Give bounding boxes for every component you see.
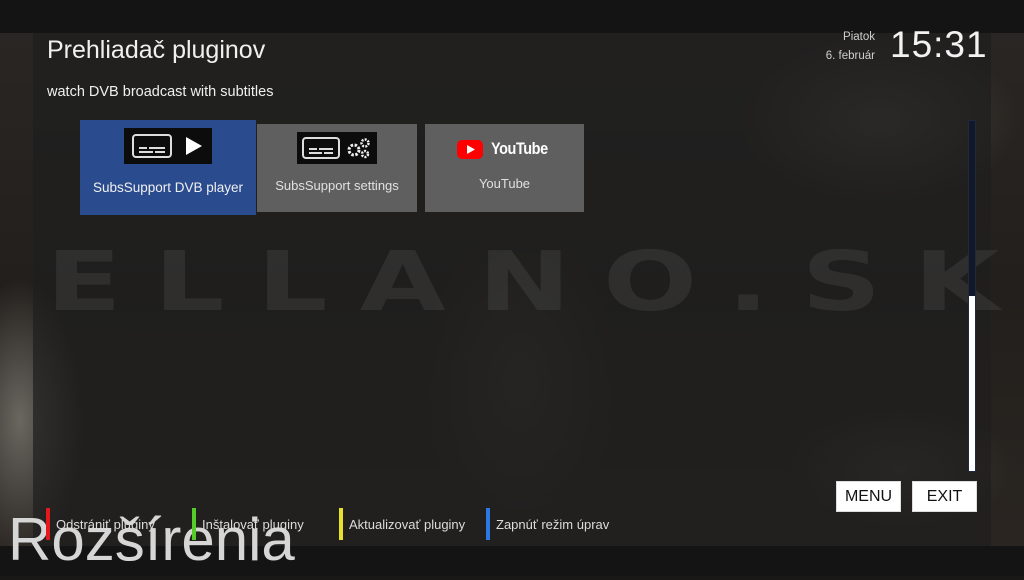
plugin-description: watch DVB broadcast with subtitles — [47, 84, 274, 100]
clock-date: 6. február — [825, 50, 875, 62]
yellow-key-indicator — [339, 508, 343, 540]
clock-time: 15:31 — [890, 24, 988, 65]
plugin-tile-subssupport-settings[interactable]: SubsSupport settings — [257, 124, 417, 212]
red-key-hint[interactable]: Odstrániť pluginy — [46, 508, 155, 540]
top-letterbox — [0, 0, 1024, 33]
plugin-tile-subssupport-dvb-player[interactable]: SubsSupport DVB player — [80, 120, 256, 215]
plugin-label: SubsSupport DVB player — [92, 180, 244, 195]
clock-day: Piatok — [843, 31, 875, 43]
plugin-label: SubsSupport settings — [275, 178, 399, 193]
plugin-tile-youtube[interactable]: YouTube YouTube — [425, 124, 584, 212]
yellow-key-hint[interactable]: Aktualizovať pluginy — [339, 508, 465, 540]
red-key-label: Odstrániť pluginy — [56, 516, 155, 532]
subtitle-settings-icon — [297, 132, 377, 164]
blue-key-indicator — [486, 508, 490, 540]
subtitle-play-icon — [124, 128, 212, 164]
youtube-logo: YouTube — [456, 138, 553, 160]
blue-key-hint[interactable]: Zapnúť režim úprav — [486, 508, 609, 540]
plugin-label: YouTube — [478, 176, 531, 191]
green-key-label: Inštalovať pluginy — [202, 516, 304, 532]
youtube-play-icon — [456, 139, 483, 159]
red-key-indicator — [46, 508, 50, 540]
youtube-logo-text: YouTube — [490, 139, 548, 158]
blue-key-label: Zapnúť režim úprav — [496, 516, 610, 532]
green-key-hint[interactable]: Inštalovať pluginy — [192, 508, 304, 540]
menu-button[interactable]: MENU — [836, 481, 901, 512]
yellow-key-label: Aktualizovať pluginy — [349, 516, 466, 532]
watermark: ELLANO.SK — [46, 235, 1024, 330]
scrollbar-thumb[interactable] — [969, 296, 975, 471]
exit-button[interactable]: EXIT — [912, 481, 977, 512]
page-title: Prehliadač pluginov — [47, 36, 266, 64]
green-key-indicator — [192, 508, 196, 540]
